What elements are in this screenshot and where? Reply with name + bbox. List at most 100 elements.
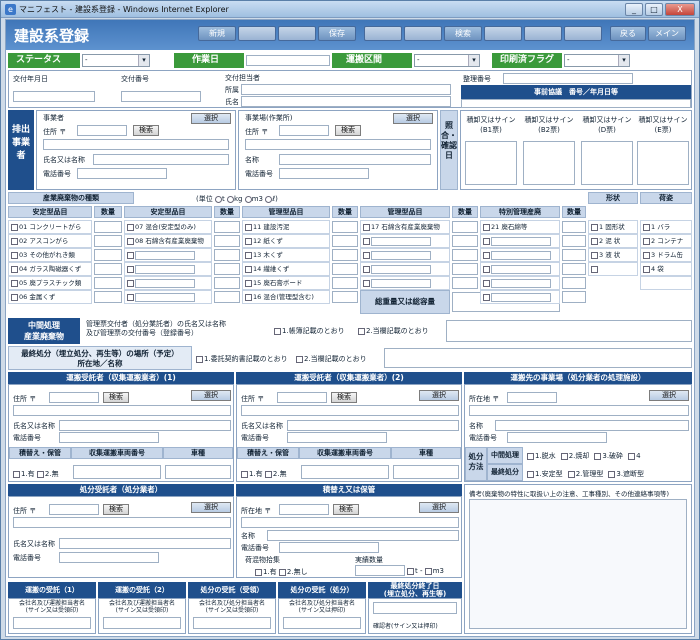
destination-zip-input[interactable] bbox=[507, 392, 557, 403]
remarks-input[interactable] bbox=[469, 499, 687, 629]
maximize-button[interactable]: □ bbox=[645, 3, 663, 16]
waste-qty-2-2[interactable] bbox=[214, 235, 240, 247]
disposer-search-button[interactable]: 検索 bbox=[103, 504, 129, 515]
waste-check-4-2[interactable] bbox=[363, 237, 370, 245]
waste-qty-1-6[interactable] bbox=[94, 291, 122, 303]
storage-t-checkbox[interactable] bbox=[407, 567, 414, 575]
waste-check-4-5[interactable] bbox=[363, 279, 370, 287]
waste-qty-1-1[interactable] bbox=[94, 221, 122, 233]
waste-custom-5-5[interactable] bbox=[491, 278, 551, 288]
waste-custom-4-2[interactable] bbox=[371, 236, 431, 246]
destination-name-input[interactable] bbox=[495, 420, 689, 431]
waste-check-1-4[interactable] bbox=[11, 265, 18, 273]
contract-input[interactable] bbox=[461, 99, 691, 108]
transport2-yes-checkbox[interactable] bbox=[241, 470, 248, 478]
intermediate-opt2-checkbox[interactable] bbox=[358, 327, 365, 335]
waste-qty-5-4[interactable] bbox=[562, 263, 586, 275]
close-button[interactable]: X bbox=[665, 3, 695, 16]
site-search-button[interactable]: 検索 bbox=[335, 125, 361, 136]
waste-qty-5-3[interactable] bbox=[562, 249, 586, 261]
transport2-zip-input[interactable] bbox=[277, 392, 327, 403]
blank-button-6[interactable] bbox=[524, 26, 562, 41]
issue-dept-input[interactable] bbox=[241, 84, 451, 95]
waste-qty-4-5[interactable] bbox=[452, 277, 478, 289]
receipt-1-date-input[interactable] bbox=[13, 617, 91, 629]
site-zip-input[interactable] bbox=[279, 125, 329, 136]
waste-custom-5-4[interactable] bbox=[491, 264, 551, 274]
waste-qty-4-4[interactable] bbox=[452, 263, 478, 275]
waste-check-1-3[interactable] bbox=[11, 251, 18, 259]
waste-check-3-4[interactable] bbox=[245, 265, 252, 273]
waste-check-4-4[interactable] bbox=[363, 265, 370, 273]
storage-qty-input[interactable] bbox=[355, 565, 405, 576]
transport2-tel-input[interactable] bbox=[287, 432, 387, 443]
emitter-search-button[interactable]: 検索 bbox=[133, 125, 159, 136]
storage-select-button[interactable]: 選択 bbox=[419, 502, 459, 513]
final-check-2[interactable] bbox=[567, 470, 575, 478]
pack-check-3[interactable] bbox=[643, 251, 650, 259]
final-input[interactable] bbox=[384, 348, 692, 368]
waste-qty-3-6[interactable] bbox=[332, 291, 358, 303]
waste-qty-2-6[interactable] bbox=[214, 291, 240, 303]
waste-check-1-1[interactable] bbox=[11, 223, 18, 231]
waste-qty-5-6[interactable] bbox=[562, 291, 586, 303]
intermediate-input[interactable] bbox=[446, 320, 692, 342]
waste-check-2-2[interactable] bbox=[127, 237, 134, 245]
print-flag-select[interactable]: - bbox=[564, 54, 630, 67]
waste-qty-1-4[interactable] bbox=[94, 263, 122, 275]
transport1-tel-input[interactable] bbox=[59, 432, 159, 443]
section-select[interactable]: - bbox=[414, 54, 480, 67]
waste-qty-4-3[interactable] bbox=[452, 249, 478, 261]
waste-check-5-3[interactable] bbox=[483, 251, 490, 259]
status-select[interactable]: - bbox=[82, 54, 150, 67]
storage-no-checkbox[interactable] bbox=[278, 568, 286, 576]
destination-addr-input[interactable] bbox=[469, 405, 689, 416]
waste-check-2-5[interactable] bbox=[127, 279, 134, 287]
mid-check-3[interactable] bbox=[594, 452, 602, 460]
blank-button-4[interactable] bbox=[404, 26, 442, 41]
waste-qty-5-2[interactable] bbox=[562, 235, 586, 247]
disposer-zip-input[interactable] bbox=[49, 504, 99, 515]
waste-qty-2-1[interactable] bbox=[214, 221, 240, 233]
waste-qty-5-1[interactable] bbox=[562, 221, 586, 233]
ref-no-input[interactable] bbox=[503, 73, 633, 84]
shape-check-1[interactable] bbox=[591, 223, 598, 231]
unit-m3-radio[interactable] bbox=[244, 195, 252, 203]
waste-check-4-1[interactable] bbox=[363, 223, 370, 231]
transport1-yes-checkbox[interactable] bbox=[13, 470, 20, 478]
back-button[interactable]: 戻る bbox=[610, 26, 646, 41]
receipt-2-date-input[interactable] bbox=[103, 617, 181, 629]
waste-check-2-6[interactable] bbox=[127, 293, 134, 301]
mid-check-2[interactable] bbox=[560, 452, 568, 460]
waste-check-5-6[interactable] bbox=[483, 293, 490, 301]
blank-button-5[interactable] bbox=[484, 26, 522, 41]
storage-yes-checkbox[interactable] bbox=[255, 568, 262, 576]
waste-custom-4-4[interactable] bbox=[371, 264, 431, 274]
site-name-input[interactable] bbox=[279, 154, 431, 165]
shape-check-4[interactable] bbox=[591, 265, 598, 273]
waste-check-5-5[interactable] bbox=[483, 279, 490, 287]
waste-qty-1-3[interactable] bbox=[94, 249, 122, 261]
transport2-no-checkbox[interactable] bbox=[264, 470, 272, 478]
site-tel-input[interactable] bbox=[279, 168, 369, 179]
emitter-addr-input[interactable] bbox=[43, 139, 229, 150]
waste-custom-5-3[interactable] bbox=[491, 250, 551, 260]
mid-check-1[interactable] bbox=[527, 452, 534, 460]
waste-check-3-5[interactable] bbox=[245, 279, 252, 287]
pack-check-2[interactable] bbox=[643, 237, 650, 245]
waste-qty-3-4[interactable] bbox=[332, 263, 358, 275]
waste-check-5-4[interactable] bbox=[483, 265, 490, 273]
waste-check-3-1[interactable] bbox=[245, 223, 252, 231]
transport1-select-button[interactable]: 選択 bbox=[191, 390, 231, 401]
storage-tel-input[interactable] bbox=[279, 542, 379, 553]
shape-check-3[interactable] bbox=[591, 251, 598, 259]
destination-select-button[interactable]: 選択 bbox=[649, 390, 689, 401]
receipt-3-date-input[interactable] bbox=[193, 617, 271, 629]
waste-qty-3-2[interactable] bbox=[332, 235, 358, 247]
waste-check-4-3[interactable] bbox=[363, 251, 370, 259]
emitter-tel-input[interactable] bbox=[77, 168, 167, 179]
site-select-button[interactable]: 選択 bbox=[393, 113, 433, 124]
emitter-zip-input[interactable] bbox=[77, 125, 127, 136]
waste-qty-5-5[interactable] bbox=[562, 277, 586, 289]
check-b2-input[interactable] bbox=[523, 141, 575, 185]
